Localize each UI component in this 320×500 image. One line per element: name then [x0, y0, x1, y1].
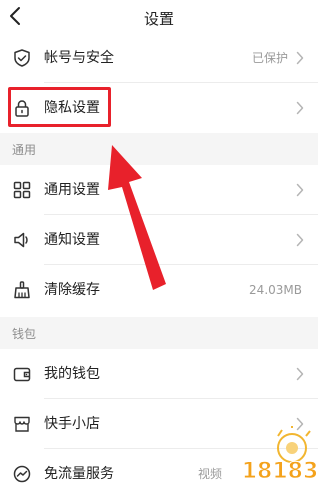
row-label: 通用设置: [44, 182, 100, 198]
settings-row-clear-cache[interactable]: 清除缓存 24.03MB: [0, 265, 318, 315]
settings-row-my-wallet[interactable]: 我的钱包: [0, 349, 318, 399]
section-header-wallet: 钱包: [0, 317, 318, 349]
settings-row-notifications[interactable]: 通知设置: [0, 215, 318, 265]
speedometer-icon: [13, 465, 31, 483]
protection-status-text: 已保护: [251, 51, 288, 65]
top-nav-bar: 设置: [0, 0, 318, 36]
chevron-right-icon: [296, 51, 304, 65]
settings-row-general[interactable]: 通用设置: [0, 165, 318, 215]
row-label: 我的钱包: [44, 366, 100, 382]
row-label: 快手小店: [44, 416, 100, 432]
chevron-right-icon: [296, 101, 304, 115]
page-title: 设置: [143, 10, 174, 28]
chevron-right-icon: [296, 367, 304, 381]
watermark-text: 18183: [242, 459, 318, 484]
section-title: 钱包: [12, 327, 37, 341]
settings-row-account-security[interactable]: 帐号与安全 已保护: [0, 33, 318, 83]
shield-icon: [14, 49, 30, 67]
section-header-general: 通用: [0, 133, 318, 165]
speaker-icon: [14, 232, 28, 248]
grid-icon: [13, 181, 31, 199]
row-label: 通知设置: [44, 232, 100, 248]
watermark-logo: 18183: [241, 426, 318, 485]
row-label: 帐号与安全: [44, 50, 114, 66]
section-title: 通用: [12, 143, 37, 157]
wallet-icon: [13, 367, 31, 382]
highlight-box: [8, 87, 111, 127]
cache-size-text: 24.03MB: [249, 283, 302, 297]
row-label: 清除缓存: [44, 282, 100, 298]
chevron-right-icon: [296, 233, 304, 247]
free-data-status-text: 视频: [197, 467, 222, 481]
store-icon: [14, 416, 30, 432]
row-label: 免流量服务: [44, 466, 114, 482]
chevron-right-icon: [296, 183, 304, 197]
broom-icon: [14, 281, 30, 299]
